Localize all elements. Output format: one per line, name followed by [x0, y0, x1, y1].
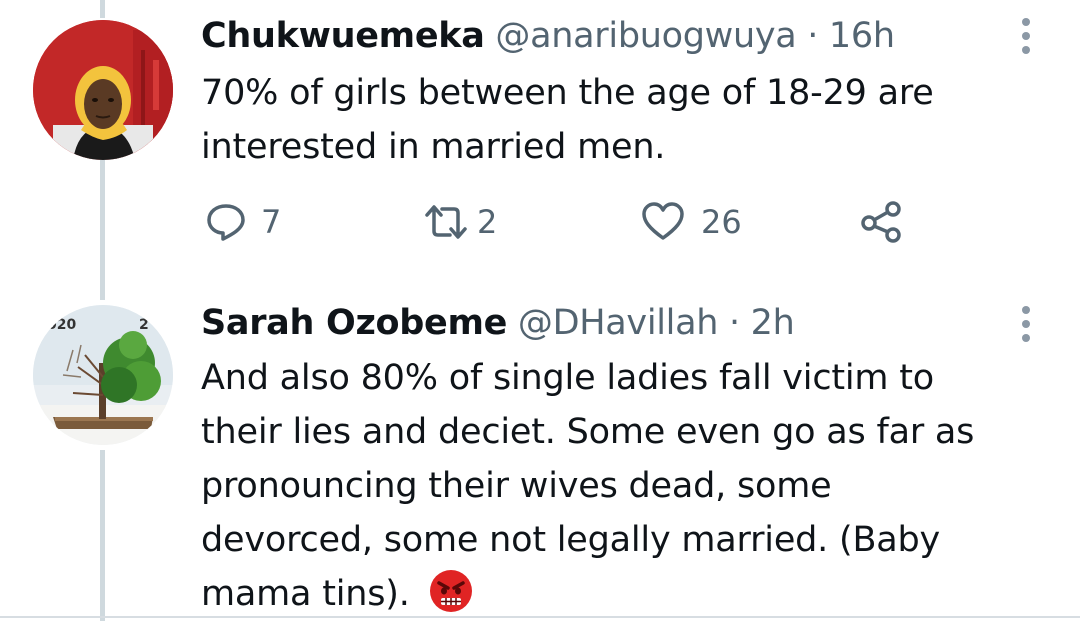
more-dot-icon — [1022, 334, 1030, 342]
tweet-text: 70% of girls between the age of 18-29 ar… — [201, 66, 1021, 174]
avatar-text: 020 — [47, 317, 76, 333]
separator-dot: · — [807, 16, 819, 56]
like-count: 26 — [701, 203, 742, 241]
thread-connector-top — [100, 0, 105, 18]
tweet[interactable]: Chukwuemeka @anaribuogwuya · 16h 70% of … — [201, 16, 1021, 174]
retweet-button[interactable]: 2 — [423, 197, 497, 247]
display-name[interactable]: Chukwuemeka — [201, 16, 485, 56]
tweet-text-line: pronouncing their wives dead, some — [201, 466, 832, 506]
more-dot-icon — [1022, 320, 1030, 328]
tweet-text-line: devorced, some not legally married. (Bab… — [201, 520, 941, 560]
tweet-actions: 7 2 26 — [205, 197, 925, 247]
person-avatar-icon — [33, 20, 173, 160]
retweet-count: 2 — [477, 203, 498, 241]
share-icon — [861, 201, 901, 243]
separator-dot: · — [728, 303, 740, 343]
user-handle[interactable]: @anaribuogwuya — [495, 16, 796, 56]
more-dot-icon — [1022, 306, 1030, 314]
more-dot-icon — [1022, 46, 1030, 54]
tweet-text: And also 80% of single ladies fall victi… — [201, 351, 1041, 621]
retweet-icon — [425, 205, 467, 239]
heart-icon — [642, 202, 684, 240]
tweet-text-line: their lies and deciet. Some even go as f… — [201, 412, 975, 452]
tweet-text-line: 70% of girls between the age of 18-29 ar… — [201, 73, 934, 113]
tweet-text-line-last: mama tins). — [201, 567, 1041, 621]
like-button[interactable]: 26 — [641, 197, 742, 247]
timestamp[interactable]: 2h — [751, 303, 795, 343]
reply-icon — [207, 204, 245, 241]
reply-button[interactable]: 7 — [205, 197, 281, 247]
avatar[interactable] — [33, 20, 173, 160]
divider — [0, 616, 1080, 618]
more-options-button[interactable] — [1020, 18, 1032, 60]
tree-avatar-icon: 020 2 — [33, 305, 173, 445]
thread-connector-middle — [100, 160, 105, 300]
tweet-header: Sarah Ozobeme @DHavillah · 2h — [201, 303, 1041, 343]
reply-count: 7 — [261, 203, 282, 241]
more-dot-icon — [1022, 32, 1030, 40]
avatar[interactable]: 020 2 — [33, 305, 173, 445]
avatar-text: 2 — [139, 317, 149, 333]
tweet-text-line: And also 80% of single ladies fall victi… — [201, 358, 934, 398]
tweet-header: Chukwuemeka @anaribuogwuya · 16h — [201, 16, 1021, 56]
tweet-text-line: mama tins). — [201, 574, 410, 614]
share-button[interactable] — [860, 197, 904, 247]
tweet-thread: Chukwuemeka @anaribuogwuya · 16h 70% of … — [0, 0, 1080, 621]
user-handle[interactable]: @DHavillah — [518, 303, 719, 343]
more-dot-icon — [1022, 18, 1030, 26]
thread-connector-bottom — [100, 450, 105, 621]
display-name[interactable]: Sarah Ozobeme — [201, 303, 507, 343]
angry-face-icon — [429, 569, 473, 621]
tweet[interactable]: Sarah Ozobeme @DHavillah · 2h And also 8… — [201, 303, 1041, 621]
more-options-button[interactable] — [1020, 306, 1032, 348]
tweet-text-line: interested in married men. — [201, 127, 666, 167]
timestamp[interactable]: 16h — [829, 16, 895, 56]
